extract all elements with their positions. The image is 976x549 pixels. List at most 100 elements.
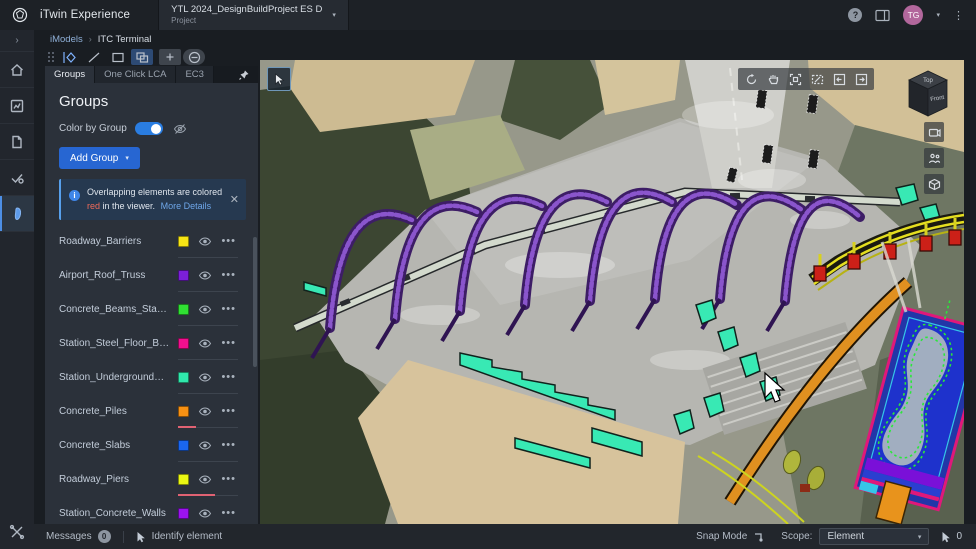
group-color-swatch[interactable] <box>178 508 189 519</box>
group-color-swatch[interactable] <box>178 406 189 417</box>
more-options-icon[interactable]: ••• <box>221 340 236 346</box>
tab-one-click-lca-label: One Click LCA <box>104 69 166 80</box>
project-selector[interactable]: YTL 2024_DesignBuildProject ES D Project… <box>158 0 349 30</box>
group-color-swatch[interactable] <box>178 338 189 349</box>
panel-scrollbar[interactable] <box>253 237 257 520</box>
sidebar-item-documents[interactable] <box>0 124 34 160</box>
viewer-canvas[interactable]: Top Front <box>260 60 964 524</box>
avatar-chevron-icon[interactable]: ▾ <box>936 11 940 19</box>
add-group-button[interactable]: Add Group ▾ <box>59 147 140 169</box>
tab-one-click-lca[interactable]: One Click LCA <box>95 66 176 83</box>
group-color-swatch[interactable] <box>178 236 189 247</box>
eye-icon[interactable] <box>198 338 212 349</box>
eye-icon[interactable] <box>198 440 212 451</box>
snap-mode-button[interactable]: Snap Mode <box>692 531 769 543</box>
rotate-view-button[interactable] <box>742 70 760 88</box>
breadcrumb-imodels[interactable]: iModels <box>50 34 83 45</box>
pan-view-button[interactable] <box>764 70 782 88</box>
sidebar-item-home[interactable] <box>0 52 34 88</box>
group-color-swatch[interactable] <box>178 474 189 485</box>
more-details-link[interactable]: More Details <box>161 201 212 211</box>
group-row[interactable]: Roadway_Barriers ••• <box>59 224 246 258</box>
pin-panel-button[interactable] <box>230 66 258 83</box>
group-name: Station_Concrete_Walls <box>59 508 169 519</box>
more-options-icon[interactable]: ••• <box>221 238 236 244</box>
select-cursor-icon <box>62 51 78 64</box>
itwin-logo-icon[interactable] <box>0 7 40 23</box>
group-list: Roadway_Barriers ••• Airport_Roof_Truss … <box>59 224 246 524</box>
more-options-icon[interactable]: ••• <box>221 408 236 414</box>
more-options-icon[interactable]: ••• <box>221 510 236 516</box>
drag-handle-icon[interactable] <box>45 51 57 63</box>
eye-icon[interactable] <box>198 304 212 315</box>
copy-mapping-tool-button[interactable] <box>131 49 153 65</box>
remove-element-button[interactable] <box>183 49 205 65</box>
sidebar-item-tools[interactable] <box>0 515 34 549</box>
rail-expand-icon[interactable]: › <box>0 30 34 52</box>
hide-all-eye-slash-icon[interactable] <box>173 123 187 135</box>
group-row[interactable]: Concrete_Piles ••• <box>59 394 246 428</box>
avatar[interactable]: TG <box>903 5 923 25</box>
view-cube[interactable]: Top Front <box>900 64 956 124</box>
left-panel-column: Groups One Click LCA EC3 Groups Color by… <box>45 48 258 524</box>
scope-chevron-icon: ▾ <box>918 533 922 541</box>
window-area-button[interactable] <box>808 70 826 88</box>
tab-ec3[interactable]: EC3 <box>176 66 213 83</box>
eye-icon[interactable] <box>198 406 212 417</box>
more-options-icon[interactable]: ••• <box>221 272 236 278</box>
select-tool-button[interactable] <box>59 49 81 65</box>
identify-element-button[interactable]: Identify element <box>124 524 235 549</box>
people-tool-button[interactable] <box>924 148 944 168</box>
group-name: Roadway_Barriers <box>59 236 169 247</box>
group-row[interactable]: Station_Concrete_Walls ••• <box>59 496 246 524</box>
overflow-menu-icon[interactable]: ⋮ <box>953 9 964 22</box>
fit-view-button[interactable] <box>786 70 804 88</box>
line-icon <box>87 51 101 64</box>
undo-view-button[interactable] <box>830 70 848 88</box>
eye-icon[interactable] <box>198 372 212 383</box>
group-row[interactable]: Airport_Roof_Truss ••• <box>59 258 246 292</box>
more-options-icon[interactable]: ••• <box>221 306 236 312</box>
color-by-group-toggle[interactable] <box>135 122 163 135</box>
viewer-select-tool-button[interactable] <box>267 67 291 91</box>
scope-select[interactable]: Element ▾ <box>819 528 929 545</box>
line-tool-button[interactable] <box>83 49 105 65</box>
group-row[interactable]: Station_Underground_Beams ••• <box>59 360 246 394</box>
group-color-swatch[interactable] <box>178 270 189 281</box>
panel-toggle-icon[interactable] <box>875 9 890 22</box>
eye-icon[interactable] <box>198 270 212 281</box>
more-options-icon[interactable]: ••• <box>221 374 236 380</box>
project-name: YTL 2024_DesignBuildProject ES D <box>171 5 322 16</box>
rectangle-tool-button[interactable] <box>107 49 129 65</box>
help-icon[interactable]: ? <box>848 8 862 22</box>
eye-icon[interactable] <box>198 236 212 247</box>
redo-view-button[interactable] <box>852 70 870 88</box>
group-color-swatch[interactable] <box>178 372 189 383</box>
more-options-icon[interactable]: ••• <box>221 476 236 482</box>
group-row[interactable]: Concrete_Slabs ••• <box>59 428 246 462</box>
messages-button[interactable]: Messages 0 <box>34 524 123 549</box>
more-options-icon[interactable]: ••• <box>221 442 236 448</box>
sidebar-item-carbon[interactable] <box>0 196 34 232</box>
group-row[interactable]: Station_Steel_Floor_Beams ••• <box>59 326 246 360</box>
group-color-swatch[interactable] <box>178 440 189 451</box>
eye-icon[interactable] <box>198 474 212 485</box>
cursor-icon <box>274 73 285 86</box>
model-box-tool-button[interactable] <box>924 174 944 194</box>
add-element-button[interactable] <box>159 49 181 65</box>
group-row[interactable]: Roadway_Piers ••• <box>59 462 246 496</box>
group-color-swatch[interactable] <box>178 304 189 315</box>
sidebar-item-validation[interactable] <box>0 160 34 196</box>
page-title: Groups <box>59 93 246 110</box>
tab-groups[interactable]: Groups <box>45 66 95 83</box>
group-name: Station_Steel_Floor_Beams <box>59 338 169 349</box>
add-group-label: Add Group <box>70 153 118 164</box>
close-icon[interactable]: ✕ <box>230 191 239 208</box>
sidebar-item-reports[interactable] <box>0 88 34 124</box>
cursor-icon <box>941 531 951 543</box>
eye-icon[interactable] <box>198 508 212 519</box>
camera-tool-button[interactable] <box>924 122 944 142</box>
group-row[interactable]: Concrete_Beams_Station ••• <box>59 292 246 326</box>
cursor-icon <box>136 531 146 543</box>
messages-badge: 0 <box>98 530 111 543</box>
